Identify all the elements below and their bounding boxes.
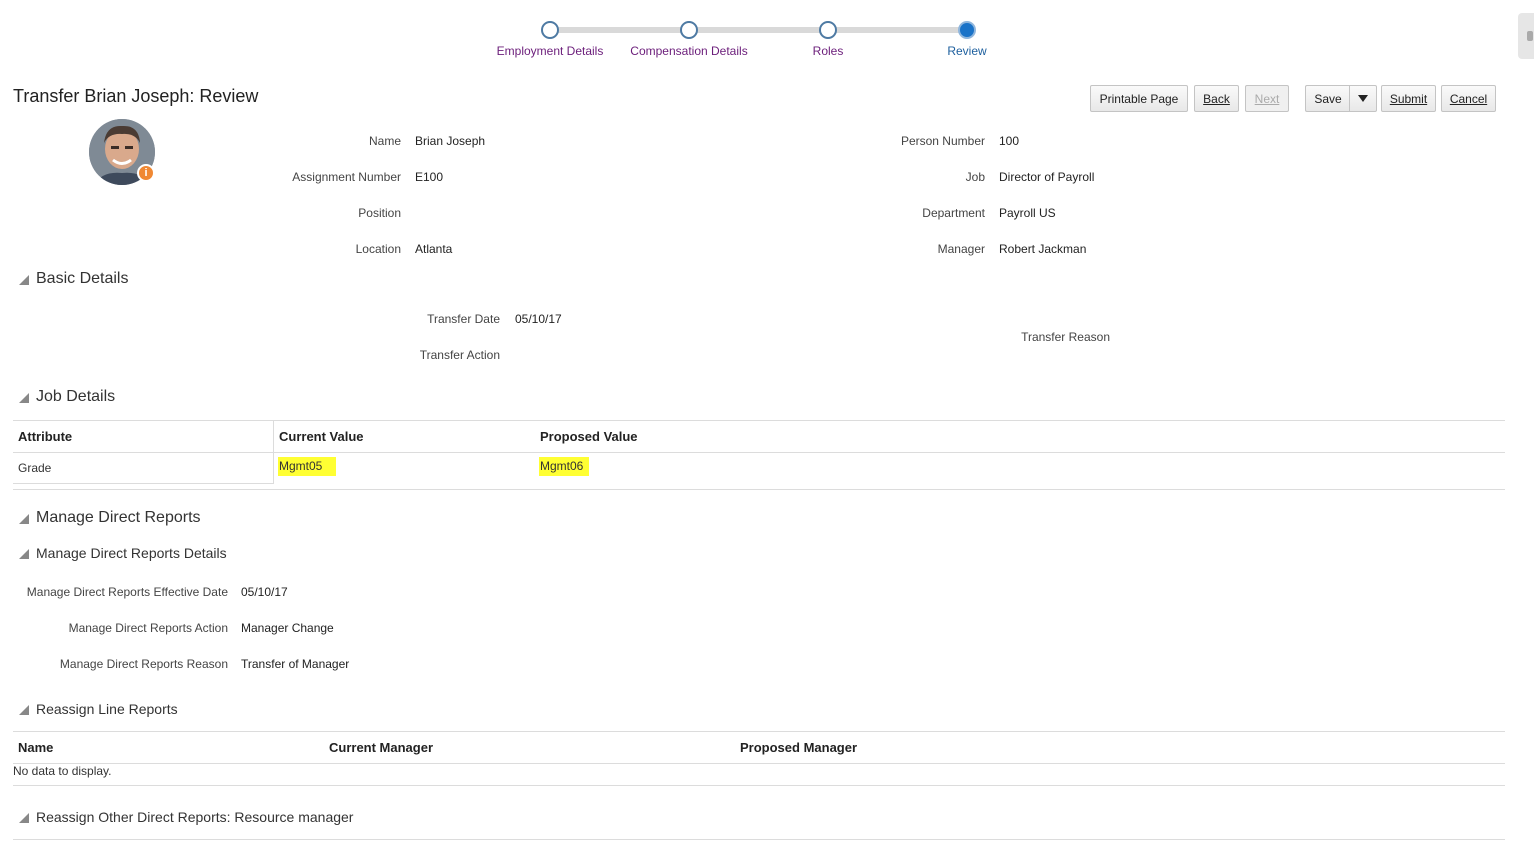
printable-page-button[interactable]: Printable Page <box>1090 85 1188 112</box>
column-divider <box>273 421 274 484</box>
mdr-reason-value: Transfer of Manager <box>241 657 350 671</box>
grade-attribute-cell: Grade <box>18 461 52 475</box>
location-label: Location <box>355 242 401 256</box>
basic-details-title: Basic Details <box>36 270 129 287</box>
cancel-label: Cancel <box>1449 91 1488 106</box>
next-label: Next <box>1254 91 1280 106</box>
job-details-header[interactable]: Job Details <box>19 388 115 406</box>
transfer-date-value: 05/10/17 <box>515 312 562 326</box>
train-label-compensation-details[interactable]: Compensation Details <box>630 44 747 58</box>
divider <box>13 731 1505 732</box>
chevron-down-icon <box>1358 95 1368 102</box>
cancel-button[interactable]: Cancel <box>1441 85 1496 112</box>
job-label: Job <box>965 170 985 184</box>
highlighted-proposed-value: Mgmt06 <box>539 457 590 476</box>
person-number-value: 100 <box>999 134 1020 148</box>
info-badge-icon[interactable]: i <box>137 164 155 182</box>
back-label: Back <box>1203 91 1230 106</box>
manage-direct-reports-title: Manage Direct Reports <box>36 509 201 526</box>
job-col-proposed-value: Proposed Value <box>540 429 638 444</box>
grade-proposed-cell: Mgmt06 <box>539 457 590 476</box>
collapse-triangle-icon <box>19 549 29 559</box>
manage-direct-reports-details-header[interactable]: Manage Direct Reports Details <box>19 545 227 561</box>
submit-label: Submit <box>1389 91 1428 106</box>
divider <box>13 489 1505 490</box>
manage-direct-reports-details-title: Manage Direct Reports Details <box>36 545 227 561</box>
train-stop-review <box>958 21 976 39</box>
divider <box>13 763 1505 764</box>
train-stop-roles[interactable] <box>819 21 837 39</box>
job-col-current-value: Current Value <box>279 429 364 444</box>
reassign-other-direct-reports-header[interactable]: Reassign Other Direct Reports: Resource … <box>19 809 353 825</box>
basic-details-header[interactable]: Basic Details <box>19 270 128 288</box>
assignment-number-value: E100 <box>415 170 444 184</box>
collapse-triangle-icon <box>19 514 29 524</box>
train-stop-compensation-details[interactable] <box>680 21 698 39</box>
collapse-triangle-icon <box>19 275 29 285</box>
reassign-line-reports-title: Reassign Line Reports <box>36 701 178 717</box>
divider <box>13 483 273 484</box>
collapse-triangle-icon <box>19 705 29 715</box>
grade-current-cell: Mgmt05 <box>278 457 337 476</box>
divider <box>13 785 1505 786</box>
highlighted-current-value: Mgmt05 <box>278 457 337 476</box>
mdr-effective-date-label: Manage Direct Reports Effective Date <box>26 585 228 599</box>
next-button: Next <box>1245 85 1289 112</box>
empty-table-message: No data to display. <box>13 764 112 778</box>
train-line <box>556 27 962 33</box>
department-value: Payroll US <box>999 206 1056 220</box>
mdr-reason-label: Manage Direct Reports Reason <box>59 657 228 671</box>
back-button[interactable]: Back <box>1194 85 1239 112</box>
assignment-number-label: Assignment Number <box>292 170 401 184</box>
transfer-action-label: Transfer Action <box>419 348 500 362</box>
save-label: Save <box>1314 91 1342 106</box>
line-col-proposed-manager: Proposed Manager <box>740 740 858 755</box>
name-label: Name <box>368 134 401 148</box>
position-label: Position <box>358 206 401 220</box>
reassign-other-direct-reports-title: Reassign Other Direct Reports: Resource … <box>36 809 354 825</box>
job-col-attribute: Attribute <box>18 429 73 444</box>
train-label-roles[interactable]: Roles <box>813 44 844 58</box>
line-col-name: Name <box>18 740 54 755</box>
save-menu-button[interactable] <box>1349 85 1377 112</box>
train-stop-employment-details[interactable] <box>541 21 559 39</box>
person-number-label: Person Number <box>900 134 985 148</box>
mdr-effective-date-value: 05/10/17 <box>241 585 288 599</box>
job-value: Director of Payroll <box>999 170 1095 184</box>
manage-direct-reports-header[interactable]: Manage Direct Reports <box>19 509 201 527</box>
name-value: Brian Joseph <box>415 134 486 148</box>
divider <box>13 839 1505 840</box>
divider <box>13 420 1505 421</box>
train-label-employment-details[interactable]: Employment Details <box>497 44 604 58</box>
info-badge-text: i <box>144 167 148 179</box>
page-title: Transfer Brian Joseph: Review <box>13 86 259 106</box>
mdr-action-label: Manage Direct Reports Action <box>68 621 228 635</box>
collapse-triangle-icon <box>19 393 29 403</box>
department-label: Department <box>922 206 985 220</box>
manager-label: Manager <box>937 242 985 256</box>
location-value: Atlanta <box>415 242 453 256</box>
side-panel-handle[interactable] <box>1518 13 1534 59</box>
save-button[interactable]: Save <box>1305 85 1350 112</box>
transfer-date-label: Transfer Date <box>427 312 500 326</box>
divider <box>13 452 1505 453</box>
collapse-triangle-icon <box>19 813 29 823</box>
manager-value: Robert Jackman <box>999 242 1087 256</box>
line-col-current-manager: Current Manager <box>329 740 434 755</box>
job-details-title: Job Details <box>36 388 116 405</box>
train-label-review: Review <box>947 44 987 58</box>
reassign-line-reports-header[interactable]: Reassign Line Reports <box>19 701 178 717</box>
mdr-action-value: Manager Change <box>241 621 334 635</box>
submit-button[interactable]: Submit <box>1381 85 1436 112</box>
transfer-reason-label: Transfer Reason <box>1021 330 1110 344</box>
printable-page-label: Printable Page <box>1099 91 1179 106</box>
